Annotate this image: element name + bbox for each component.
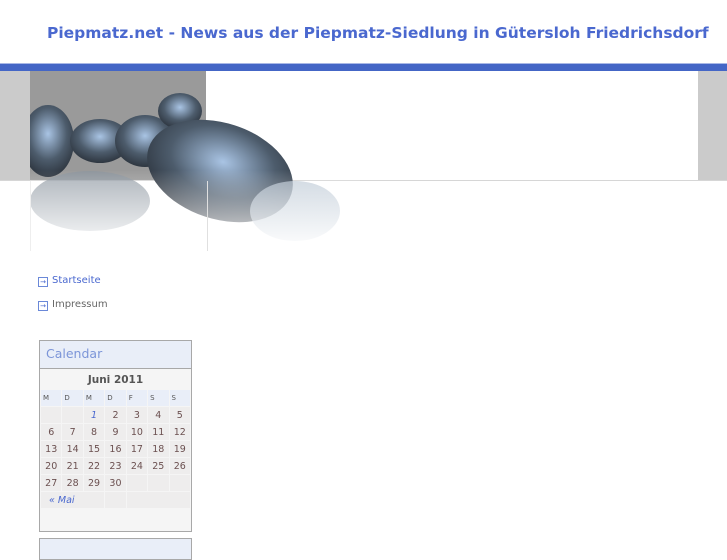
calendar-week: 20 21 22 23 24 25 26 [41, 458, 190, 474]
calendar-day: 28 [62, 475, 83, 491]
calendar-day: 11 [148, 424, 169, 440]
calendar-day: 20 [41, 458, 62, 474]
calendar-day: 29 [83, 475, 105, 491]
prev-month-link[interactable]: « Mai [49, 495, 75, 506]
calendar-day: 8 [83, 424, 105, 440]
calendar-day: 25 [148, 458, 169, 474]
calendar-day: 15 [83, 441, 105, 457]
weekday-header: D [62, 390, 83, 406]
calendar-day: 1 [83, 407, 105, 423]
calendar-day: 16 [105, 441, 126, 457]
calendar-day: 12 [169, 424, 190, 440]
calendar-title: Calendar [40, 341, 191, 369]
calendar-empty [62, 407, 83, 423]
right-band [698, 71, 727, 180]
header-bar [0, 63, 727, 71]
nav-impressum[interactable]: → Impressum [38, 298, 108, 311]
calendar-week: 12345 [41, 407, 190, 423]
calendar-table: MDMDFSS 1 2 3 4 5 6 7 8 9 10 11 12 13 14 15 16 17 18 19 20 2… [40, 389, 191, 509]
calendar-day-link[interactable]: 1 [91, 410, 97, 421]
nav-startseite[interactable]: → Startseite [38, 274, 101, 287]
arrow-box-icon: → [38, 301, 48, 311]
calendar-day: 19 [169, 441, 190, 457]
calendar-day: 3 [126, 407, 148, 423]
header-frame [30, 181, 208, 251]
calendar-day: 9 [105, 424, 126, 440]
calendar-day: 22 [83, 458, 105, 474]
calendar-empty [169, 475, 190, 491]
calendar-day: 14 [62, 441, 83, 457]
calendar-day: 4 [148, 407, 169, 423]
calendar-week: 13 14 15 16 17 18 19 [41, 441, 190, 457]
calendar-week: 27 28 29 30 [41, 475, 190, 491]
calendar-empty [148, 475, 169, 491]
calendar-month: Juni 2011 [87, 374, 144, 386]
calendar-day: 7 [62, 424, 83, 440]
nav-link-startseite[interactable]: Startseite [52, 275, 101, 286]
weekday-header: S [148, 390, 169, 406]
weekday-header: M [83, 390, 105, 406]
calendar-day: 13 [41, 441, 62, 457]
calendar-day: 10 [126, 424, 148, 440]
calendar-week: 6 7 8 9 10 11 12 [41, 424, 190, 440]
weekday-header: F [126, 390, 148, 406]
next-widget [39, 538, 192, 560]
calendar-day: 2 [105, 407, 126, 423]
calendar-empty [41, 407, 62, 423]
calendar-pad [105, 492, 126, 508]
weekday-header: S [169, 390, 190, 406]
calendar-day: 24 [126, 458, 148, 474]
calendar-pad [126, 492, 190, 508]
left-band [0, 71, 30, 180]
calendar-day: 5 [169, 407, 190, 423]
arrow-box-icon: → [38, 277, 48, 287]
nav-link-impressum[interactable]: Impressum [52, 299, 108, 310]
calendar-empty [126, 475, 148, 491]
calendar-day: 18 [148, 441, 169, 457]
weekday-header: D [105, 390, 126, 406]
calendar-day: 21 [62, 458, 83, 474]
calendar-widget: Calendar Juni 2011 MDMDFSS 1 2 3 4 5 6 7 8 9 10 11… [39, 340, 192, 532]
prev-month-cell: « Mai [41, 492, 105, 508]
calendar-day: 17 [126, 441, 148, 457]
calendar-day: 27 [41, 475, 62, 491]
weekday-header: M [41, 390, 62, 406]
calendar-day: 30 [105, 475, 126, 491]
calendar-day: 23 [105, 458, 126, 474]
calendar-day: 26 [169, 458, 190, 474]
calendar-day: 6 [41, 424, 62, 440]
site-title[interactable]: Piepmatz.net - News aus der Piepmatz-Sie… [47, 24, 709, 42]
